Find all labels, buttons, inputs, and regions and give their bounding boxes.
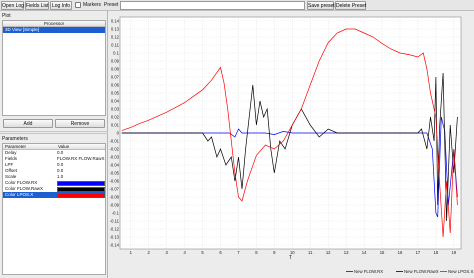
y-tick-label: 0.02 — [111, 115, 120, 120]
y-tick-label: 0.11 — [111, 43, 120, 48]
param-name: Color LPOS.X — [5, 192, 34, 197]
y-tick-label: -0.07 — [109, 187, 119, 192]
x-tick-label: 13 — [344, 250, 349, 255]
x-tick-label: 5 — [201, 250, 204, 255]
x-axis-label: T — [289, 255, 292, 261]
log-info-button[interactable]: Log Info — [50, 1, 72, 10]
x-tick-label: 4 — [183, 250, 186, 255]
y-tick-label: -0.04 — [109, 163, 119, 168]
preset-label: Preset — [104, 2, 119, 8]
x-tick-label: 11 — [308, 250, 313, 255]
y-tick-label: 0.09 — [111, 59, 120, 64]
x-tick-label: 18 — [434, 250, 439, 255]
y-tick-label: 0.1 — [113, 51, 119, 56]
y-tick-label: -0.08 — [109, 195, 119, 200]
legend-label: New FLOW.RX — [354, 269, 383, 274]
y-tick-label: 0 — [117, 131, 120, 136]
parameters-section-title: Parameters — [2, 136, 28, 142]
y-tick-label: 0.12 — [111, 35, 120, 40]
save-preset-button[interactable]: Save preset — [307, 1, 335, 10]
line-chart[interactable]: 0.14 0.13 0.12 0.11 0.1 0.09 0.08 0.07 0.06 0.05 0… — [109, 11, 474, 278]
y-tick-label: -0.06 — [109, 179, 119, 184]
y-tick-label: -0.13 — [109, 235, 119, 240]
x-tick-label: 6 — [219, 250, 222, 255]
col-parameter[interactable]: Parameter — [3, 144, 56, 149]
y-tick-label: -0.05 — [109, 171, 119, 176]
x-tick-label: 3 — [165, 250, 168, 255]
y-tick-label: 0.05 — [111, 91, 120, 96]
param-row-color-lpos-x[interactable]: Color LPOS.X — [3, 192, 105, 198]
processor-list[interactable]: Processor 3D View [Simple] — [2, 20, 106, 116]
x-tick-label: 12 — [326, 250, 331, 255]
preset-input[interactable] — [120, 1, 305, 10]
x-tick-label: 8 — [255, 250, 258, 255]
plot-area[interactable]: 0.14 0.13 0.12 0.11 0.1 0.09 0.08 0.07 0.06 0.05 0… — [109, 11, 474, 278]
y-tick-label: -0.12 — [109, 227, 119, 232]
markers-label: Markers — [83, 2, 102, 8]
toolbar: Open Log Fields List Log Info Markers Pr… — [0, 0, 474, 11]
y-tick-label: 0.03 — [111, 107, 120, 112]
x-tick-label: 17 — [416, 250, 421, 255]
plot-section-title: Plot — [2, 13, 11, 19]
y-tick-label: 0.07 — [111, 75, 120, 80]
color-swatch-flow-rawx[interactable] — [56, 186, 105, 192]
x-tick-label: 14 — [362, 250, 367, 255]
x-tick-label: 7 — [237, 250, 240, 255]
y-tick-label: -0.09 — [109, 203, 119, 208]
color-swatch-lpos-x[interactable] — [56, 192, 105, 198]
y-tick-label: -0.01 — [109, 139, 119, 144]
x-tick-label: 1 — [130, 250, 133, 255]
add-button[interactable]: Add — [3, 119, 53, 128]
x-tick-label: 16 — [398, 250, 403, 255]
y-tick-label: -0.14 — [109, 243, 119, 248]
x-tick-label: 9 — [273, 250, 276, 255]
legend-label: New FLOW.RawX — [404, 269, 439, 274]
left-panel: Plot Processor 3D View [Simple] Add Remo… — [0, 11, 108, 278]
param-value[interactable] — [56, 192, 105, 198]
markers-checkbox[interactable] — [75, 2, 81, 8]
delete-preset-button[interactable]: Delete Preset — [335, 1, 366, 10]
x-tick-label: 19 — [451, 250, 456, 255]
y-tick-label: 0.01 — [111, 123, 120, 128]
x-tick-label: 15 — [380, 250, 385, 255]
y-tick-label: -0.03 — [109, 155, 119, 160]
legend-label: New LPOS.X — [448, 269, 473, 274]
panel-splitter[interactable] — [0, 131, 108, 134]
x-tick-label: 2 — [148, 250, 151, 255]
col-value[interactable]: Value — [56, 144, 105, 149]
y-tick-label: -0.11 — [110, 219, 120, 224]
color-swatch-flow-rx[interactable] — [56, 180, 105, 186]
y-tick-label: 0.08 — [111, 67, 120, 72]
y-tick-label: -0.02 — [109, 147, 119, 152]
y-tick-label: 0.14 — [111, 19, 120, 24]
remove-button[interactable]: Remove — [55, 119, 105, 128]
open-log-button[interactable]: Open Log — [1, 1, 24, 10]
processor-item[interactable]: 3D View [Simple] — [3, 27, 105, 33]
fields-list-button[interactable]: Fields List — [25, 1, 49, 10]
y-tick-label: -0.1 — [112, 211, 120, 216]
parameters-table: Parameter Value Delay 0.0 Fields FLOW.RX… — [2, 143, 106, 275]
y-tick-label: 0.13 — [111, 27, 120, 32]
y-tick-label: 0.06 — [111, 83, 120, 88]
y-tick-label: 0.04 — [111, 99, 120, 104]
